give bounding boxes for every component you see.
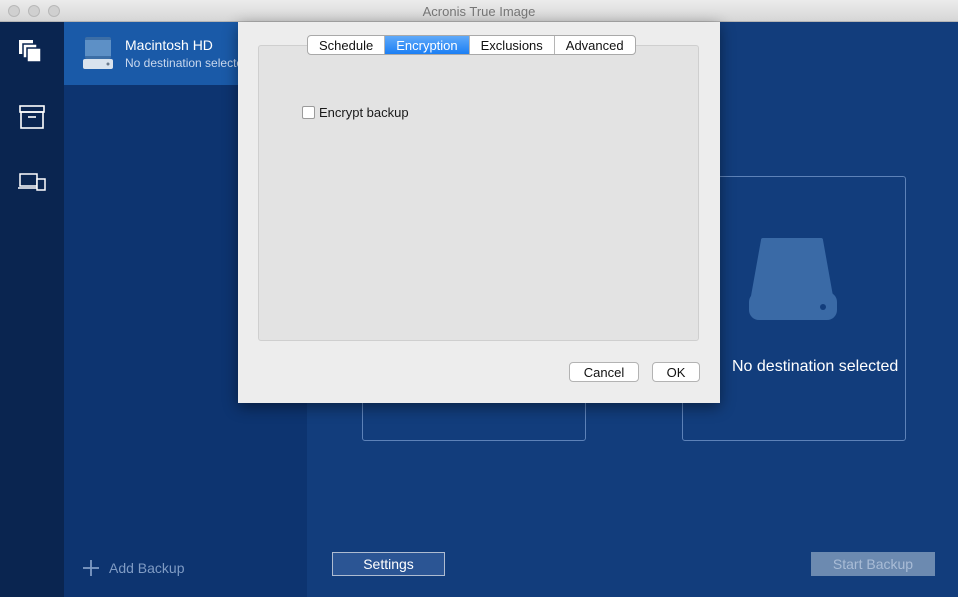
hard-drive-icon	[82, 36, 114, 72]
start-backup-button: Start Backup	[811, 552, 935, 576]
icon-sidebar	[0, 22, 64, 597]
encrypt-backup-checkbox[interactable]	[302, 106, 315, 119]
destination-status: No destination selected	[732, 358, 899, 375]
title-bar: Acronis True Image	[0, 0, 958, 22]
devices-icon[interactable]	[16, 166, 48, 198]
tab-content-panel: Encrypt backup	[258, 45, 699, 341]
destination-drive-icon	[747, 236, 839, 327]
tab-schedule[interactable]: Schedule	[308, 36, 386, 54]
tab-encryption[interactable]: Encryption	[385, 36, 470, 54]
add-backup-label: Add Backup	[109, 560, 185, 576]
encrypt-backup-option[interactable]: Encrypt backup	[302, 105, 409, 120]
backup-item-name: Macintosh HD	[125, 37, 213, 53]
add-backup-button[interactable]: Add Backup	[82, 557, 185, 579]
tab-advanced[interactable]: Advanced	[555, 36, 635, 54]
backup-icon[interactable]	[16, 36, 48, 68]
window-title: Acronis True Image	[422, 4, 536, 19]
plus-icon	[83, 560, 99, 576]
settings-button[interactable]: Settings	[332, 552, 445, 576]
settings-dialog: Encrypt backup Schedule Encryption Exclu…	[238, 22, 720, 403]
tab-exclusions[interactable]: Exclusions	[470, 36, 555, 54]
archive-icon[interactable]	[16, 102, 48, 134]
dialog-tabs: Schedule Encryption Exclusions Advanced	[307, 35, 636, 55]
cancel-button[interactable]: Cancel	[569, 362, 639, 382]
ok-button[interactable]: OK	[652, 362, 700, 382]
encrypt-backup-label: Encrypt backup	[319, 105, 409, 120]
